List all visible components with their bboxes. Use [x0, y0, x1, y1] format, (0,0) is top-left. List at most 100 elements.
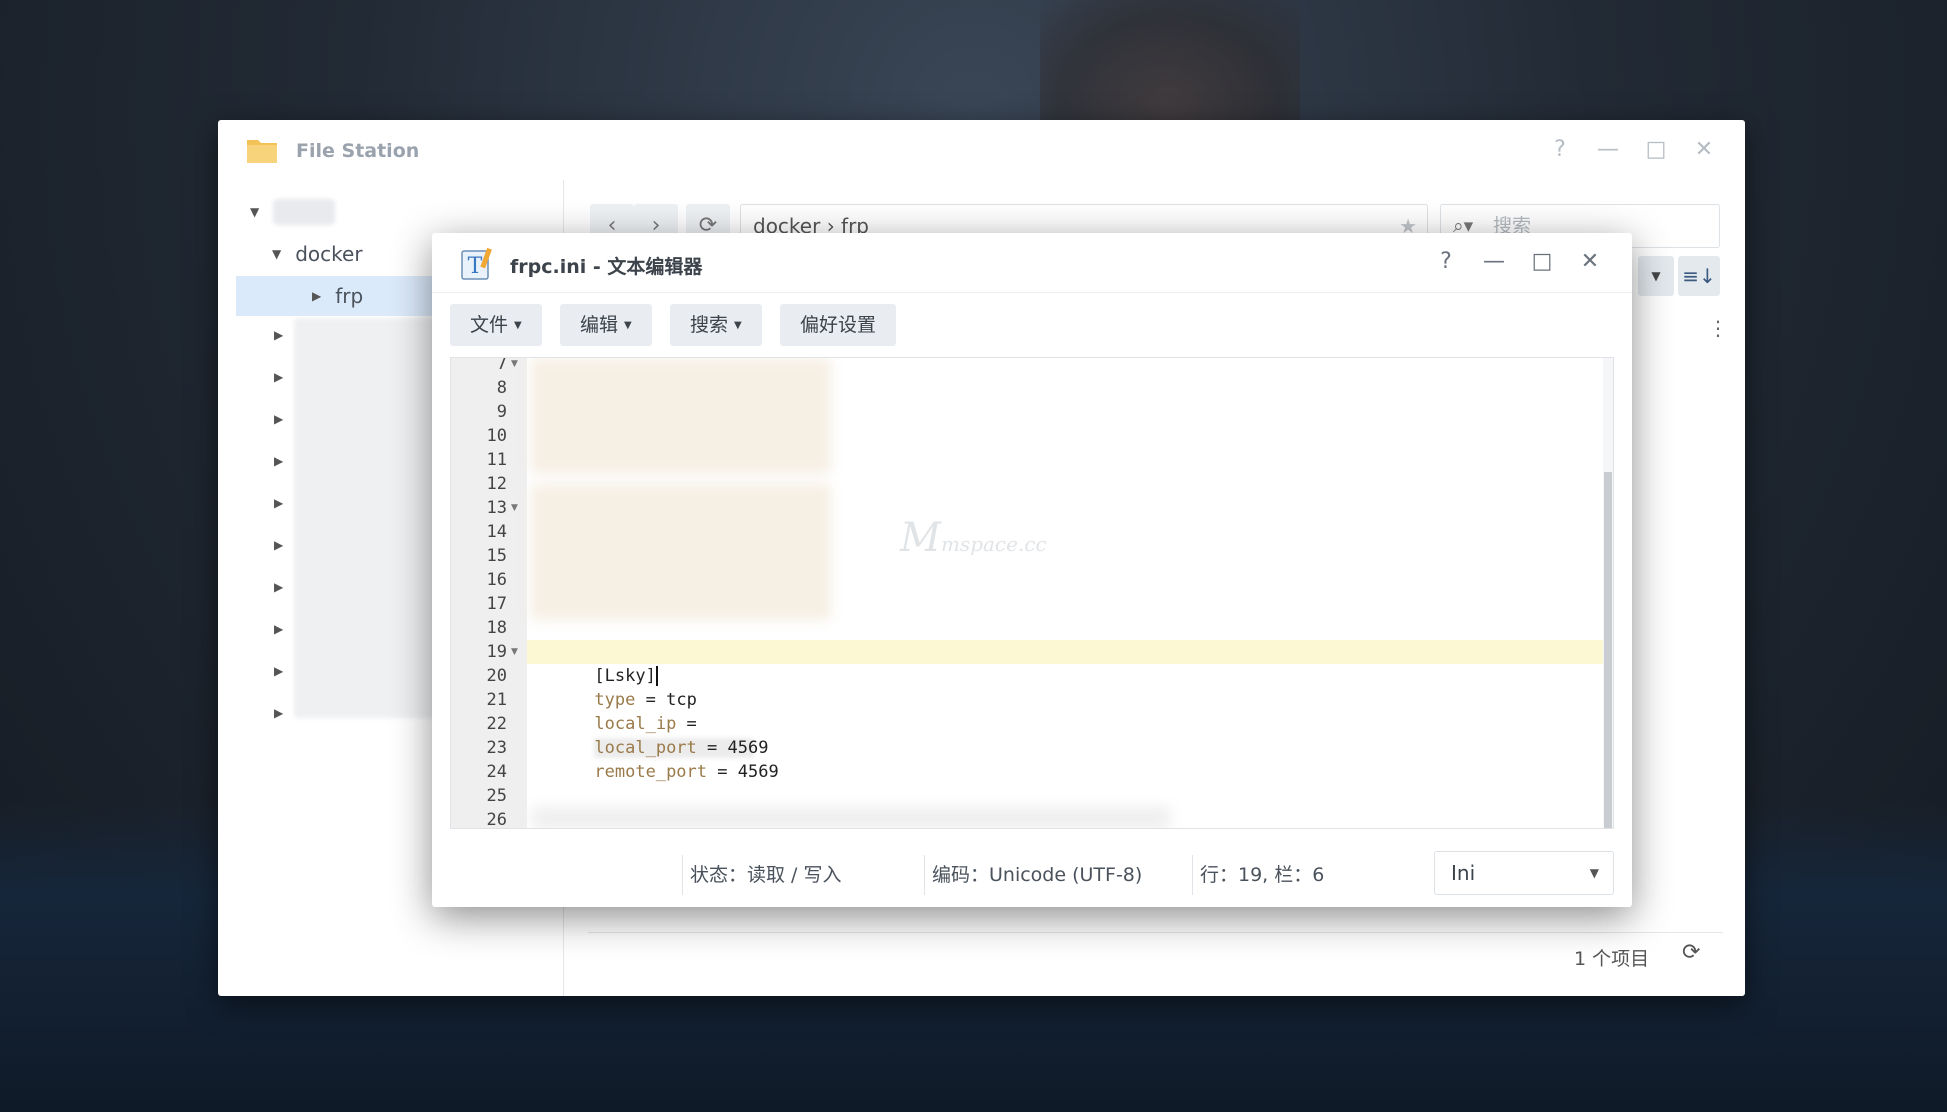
status-divider — [682, 855, 683, 895]
language-value: Ini — [1451, 861, 1476, 885]
caret-down-icon: ▼ — [272, 247, 282, 261]
status-state: 状态：读取 / 写入 — [690, 864, 842, 886]
vertical-scrollbar[interactable] — [1603, 358, 1613, 828]
line-number: 15 — [486, 546, 507, 566]
tree-item-label: docker — [295, 242, 363, 266]
footer-divider — [588, 932, 1723, 933]
more-options-icon[interactable]: ⋮ — [1708, 316, 1728, 340]
code-key: remote_port — [594, 762, 708, 782]
line-number: 18 — [486, 618, 507, 638]
line-number: 10 — [486, 426, 507, 446]
minimize-icon[interactable]: — — [1480, 248, 1508, 276]
close-icon[interactable]: ✕ — [1576, 248, 1604, 276]
code-line-20[interactable]: type = tcp — [533, 664, 696, 710]
line-number: 23 — [486, 738, 507, 758]
language-select[interactable]: Ini ▼ — [1434, 851, 1614, 895]
file-station-titlebar: File Station ? — □ ✕ — [218, 120, 1745, 180]
caret-right-icon: ▶ — [274, 454, 284, 468]
line-number: 26 — [486, 810, 507, 829]
menu-search-button[interactable]: 搜索 ▼ — [670, 304, 762, 346]
status-divider — [924, 855, 925, 895]
menu-edit-label: 编辑 — [580, 314, 619, 336]
menu-file-button[interactable]: 文件 ▼ — [450, 304, 542, 346]
caret-right-icon: ▶ — [274, 328, 284, 342]
redacted-block — [531, 358, 831, 474]
line-number: 12 — [486, 474, 507, 494]
line-number: 24 — [486, 762, 507, 782]
dropdown-caret-icon[interactable]: ▼ — [1638, 256, 1674, 296]
help-icon[interactable]: ? — [1546, 136, 1574, 164]
line-number: 8 — [496, 378, 507, 398]
line-number: 11 — [486, 450, 507, 470]
watermark: Mmspace.cc — [900, 515, 1047, 561]
line-number: 20 — [486, 666, 507, 686]
line-number: 16 — [486, 570, 507, 590]
caret-right-icon: ▶ — [274, 538, 284, 552]
fold-toggle-icon[interactable]: ▼ — [511, 640, 518, 664]
code-line-21[interactable]: local_ip = — [533, 688, 755, 758]
watermark-logo: M — [900, 515, 941, 561]
close-icon[interactable]: ✕ — [1690, 136, 1718, 164]
item-count: 1 个项目 — [1574, 948, 1650, 970]
line-gutter: 7 ▼ 8 9 10 11 12 13 ▼ 14 15 16 17 18 19 ▼ 20 21 22 23 24 25 26 — [451, 358, 527, 828]
line-number: 19 — [486, 642, 507, 662]
caret-down-icon: ▼ — [624, 319, 632, 331]
caret-down-icon: ▼ — [734, 319, 742, 331]
menu-search-label: 搜索 — [690, 314, 729, 336]
code-line-23[interactable]: remote_port = 4569 — [533, 736, 778, 782]
status-encoding: 编码：Unicode (UTF-8) — [932, 864, 1143, 886]
caret-down-icon: ▼ — [514, 319, 522, 331]
line-number: 21 — [486, 690, 507, 710]
minimize-icon[interactable]: — — [1594, 136, 1622, 164]
code-equals: = — [707, 762, 738, 782]
status-position: 行：19, 栏：6 — [1200, 864, 1325, 886]
preferences-button[interactable]: 偏好设置 — [780, 304, 897, 346]
editor-title: frpc.ini - 文本编辑器 — [510, 256, 703, 278]
caret-right-icon: ▶ — [274, 706, 284, 720]
maximize-icon[interactable]: □ — [1528, 248, 1556, 276]
caret-right-icon: ▶ — [274, 664, 284, 678]
fold-toggle-icon[interactable]: ▼ — [511, 496, 518, 520]
help-icon[interactable]: ? — [1432, 248, 1460, 276]
wallpaper-figure — [1040, 0, 1300, 130]
fold-toggle-icon[interactable]: ▼ — [511, 358, 518, 376]
editor-titlebar: T frpc.ini - 文本编辑器 ? — □ ✕ — [432, 233, 1632, 293]
caret-down-icon: ▼ — [250, 205, 260, 219]
line-number: 14 — [486, 522, 507, 542]
line-number: 9 — [496, 402, 507, 422]
line-number: 17 — [486, 594, 507, 614]
code-line-19[interactable]: [Lsky] — [533, 640, 658, 686]
svg-text:T: T — [468, 254, 483, 279]
code-line-22[interactable]: local_port = 4569 — [533, 712, 768, 758]
menu-edit-button[interactable]: 编辑 ▼ — [560, 304, 652, 346]
caret-right-icon: ▶ — [274, 622, 284, 636]
maximize-icon[interactable]: □ — [1642, 136, 1670, 164]
code-editor[interactable]: 7 ▼ 8 9 10 11 12 13 ▼ 14 15 16 17 18 19 ▼ 20 21 22 23 24 25 26… — [450, 357, 1614, 829]
folder-icon — [247, 140, 277, 163]
active-line-highlight — [527, 640, 1607, 664]
tree-item-docker[interactable]: ▼ docker — [272, 234, 363, 274]
menu-file-label: 文件 — [470, 314, 509, 336]
caret-down-icon: ▼ — [1589, 866, 1599, 880]
code-value: 4569 — [737, 762, 779, 782]
line-number: 13 — [486, 498, 507, 518]
caret-right-icon: ▶ — [274, 370, 284, 384]
text-editor-app-icon: T — [461, 247, 492, 280]
text-editor-window: T frpc.ini - 文本编辑器 ? — □ ✕ 文件 ▼ 编辑 ▼ 搜索 ▼ 偏… — [432, 233, 1632, 907]
watermark-text: mspace.cc — [940, 532, 1047, 556]
caret-right-icon: ▶ — [274, 580, 284, 594]
redacted-block — [531, 806, 1171, 828]
file-station-title: File Station — [296, 140, 420, 162]
refresh-icon[interactable]: ⟳ — [1682, 940, 1700, 965]
status-divider — [1192, 855, 1193, 895]
sort-icon[interactable]: ≡↓ — [1678, 256, 1720, 296]
scrollbar-thumb[interactable] — [1604, 472, 1612, 828]
line-number: 7 — [496, 357, 507, 374]
root-name-redacted — [273, 199, 336, 225]
tree-item-label: frp — [335, 284, 364, 308]
preferences-label: 偏好设置 — [800, 314, 877, 336]
line-number: 22 — [486, 714, 507, 734]
redacted-block — [531, 484, 831, 620]
tree-root[interactable]: ▼ — [250, 192, 336, 232]
caret-right-icon: ▶ — [274, 412, 284, 426]
